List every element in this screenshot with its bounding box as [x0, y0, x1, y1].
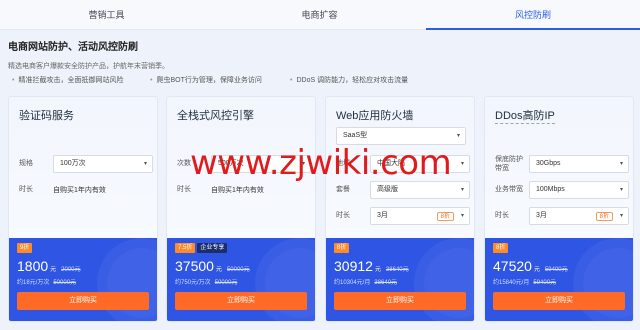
watermark-text: www.zjwiki.com	[190, 143, 452, 183]
feature-item: 爬虫BOT行为管理，保障业务访问	[150, 75, 261, 85]
duration-row: 时长 3月 8折 ▾	[495, 207, 629, 225]
intro-section: 电商网站防护、活动风控防刷 精选电商客户爆款安全防护产品，护航年末营销季。 精准…	[8, 38, 628, 84]
card-title: Web应用防火墙	[336, 110, 414, 122]
package-row: 套餐 高级版 ▾	[336, 181, 470, 199]
product-card-waf: Web应用防火墙 SaaS型 ▾ 地域 中国大陆 ▾ 套餐 高级版 ▾ 时长 3月 8折…	[325, 96, 475, 322]
price: 37500 元 50000元	[175, 258, 250, 274]
chevron-down-icon: ▾	[460, 213, 464, 219]
original-price: 59400元	[544, 267, 568, 273]
chevron-down-icon: ▾	[619, 213, 623, 219]
duration-value: 自购买1年内有效	[211, 187, 264, 194]
product-card-captcha: 验证码服务 规格 100万次 ▾ 时长 自购买1年内有效 9折 1800 元 2000…	[8, 96, 158, 322]
buy-now-button[interactable]: 立即购买	[334, 292, 466, 310]
protection-bandwidth-label: 保底防护带宽	[495, 156, 523, 172]
duration-label: 时长	[336, 212, 350, 219]
duration-select[interactable]: 3月 8折 ▾	[529, 207, 629, 225]
duration-label: 时长	[177, 186, 191, 193]
duration-row: 时长 自购买1年内有效	[177, 181, 307, 199]
tab-ecommerce-expansion[interactable]: 电商扩容	[213, 0, 426, 30]
enterprise-badge: 企业专享	[197, 243, 228, 253]
feature-item: 精准拦截攻击，全面抵御网站风险	[12, 75, 123, 85]
business-bandwidth-select[interactable]: 100Mbps ▾	[529, 181, 629, 199]
protection-bandwidth-row: 保底防护带宽 30Gbps ▾	[495, 155, 629, 173]
duration-row: 时长 3月 8折 ▾	[336, 207, 470, 225]
original-price: 50000元	[226, 267, 250, 273]
discount-badge: 7.5折	[175, 243, 196, 253]
tab-marketing-tools[interactable]: 营销工具	[0, 0, 213, 30]
unit-price: 约18元/万次 50000元	[17, 280, 77, 286]
duration-discount-tag: 8折	[595, 212, 613, 221]
spec-label: 规格	[19, 160, 33, 167]
buy-now-button[interactable]: 立即购买	[175, 292, 307, 310]
price-panel: 8折 30912 元 38640元 约10304元/月 38640元 立即购买	[326, 238, 474, 321]
chevron-down-icon: ▾	[619, 161, 623, 167]
price-panel: 8折 47520 元 59400元 约15840元/月 59400元 立即购买	[485, 238, 633, 321]
card-title: DDos高防IP	[495, 107, 555, 124]
original-price: 2000元	[61, 267, 81, 273]
intro-description: 精选电商客户爆款安全防护产品，护航年末营销季。	[8, 63, 169, 70]
price-panel: 9折 1800 元 2000元 约18元/万次 50000元 立即购买	[9, 238, 157, 321]
chevron-down-icon: ▾	[460, 187, 464, 193]
intro-title: 电商网站防护、活动风控防刷	[8, 42, 138, 53]
discount-badge: 9折	[17, 243, 33, 253]
package-label: 套餐	[336, 186, 350, 193]
original-price: 38640元	[385, 267, 409, 273]
package-select[interactable]: 高级版 ▾	[370, 181, 470, 199]
product-tabs: 营销工具 电商扩容 风控防刷	[0, 0, 640, 30]
duration-select[interactable]: 3月 8折 ▾	[370, 207, 470, 225]
price: 1800 元 2000元	[17, 258, 81, 274]
duration-label: 时长	[19, 186, 33, 193]
card-title: 全栈式风控引擎	[177, 110, 254, 122]
chevron-down-icon: ▾	[143, 161, 147, 167]
unit-price: 约10304元/月 38640元	[334, 280, 398, 286]
chevron-down-icon: ▾	[619, 187, 623, 193]
discount-badge: 8折	[334, 243, 350, 253]
price: 47520 元 59400元	[493, 258, 568, 274]
buy-now-button[interactable]: 立即购买	[17, 292, 149, 310]
duration-discount-tag: 8折	[436, 212, 454, 221]
spec-row: 规格 100万次 ▾	[19, 155, 153, 173]
protection-bandwidth-select[interactable]: 30Gbps ▾	[529, 155, 629, 173]
duration-label: 时长	[495, 212, 509, 219]
product-card-ddos-ip: DDos高防IP 保底防护带宽 30Gbps ▾ 业务带宽 100Mbps ▾ 时长…	[484, 96, 634, 322]
tab-risk-control[interactable]: 风控防刷	[426, 0, 640, 30]
card-title: 验证码服务	[19, 110, 74, 122]
product-card-risk-engine: 全栈式风控引擎 次数 500万次 ▾ 时长 自购买1年内有效 7.5折 企业专享 3…	[166, 96, 316, 322]
buy-now-button[interactable]: 立即购买	[493, 292, 625, 310]
price-panel: 7.5折 企业专享 37500 元 50000元 约750元/万次 50000元 立即购…	[167, 238, 315, 321]
unit-price: 约750元/万次 50000元	[175, 280, 238, 286]
unit-price: 约15840元/月 59400元	[493, 280, 557, 286]
chevron-down-icon: ▾	[460, 161, 464, 167]
price: 30912 元 38640元	[334, 258, 409, 274]
business-bandwidth-row: 业务带宽 100Mbps ▾	[495, 181, 629, 199]
chevron-down-icon: ▾	[456, 133, 460, 139]
discount-badge: 8折	[493, 243, 509, 253]
business-bandwidth-label: 业务带宽	[495, 186, 523, 193]
duration-row: 时长 自购买1年内有效	[19, 181, 149, 199]
duration-value: 自购买1年内有效	[53, 187, 106, 194]
spec-select[interactable]: 100万次 ▾	[53, 155, 153, 173]
feature-item: DDoS 调防能力，轻松应对攻击流量	[290, 75, 408, 85]
